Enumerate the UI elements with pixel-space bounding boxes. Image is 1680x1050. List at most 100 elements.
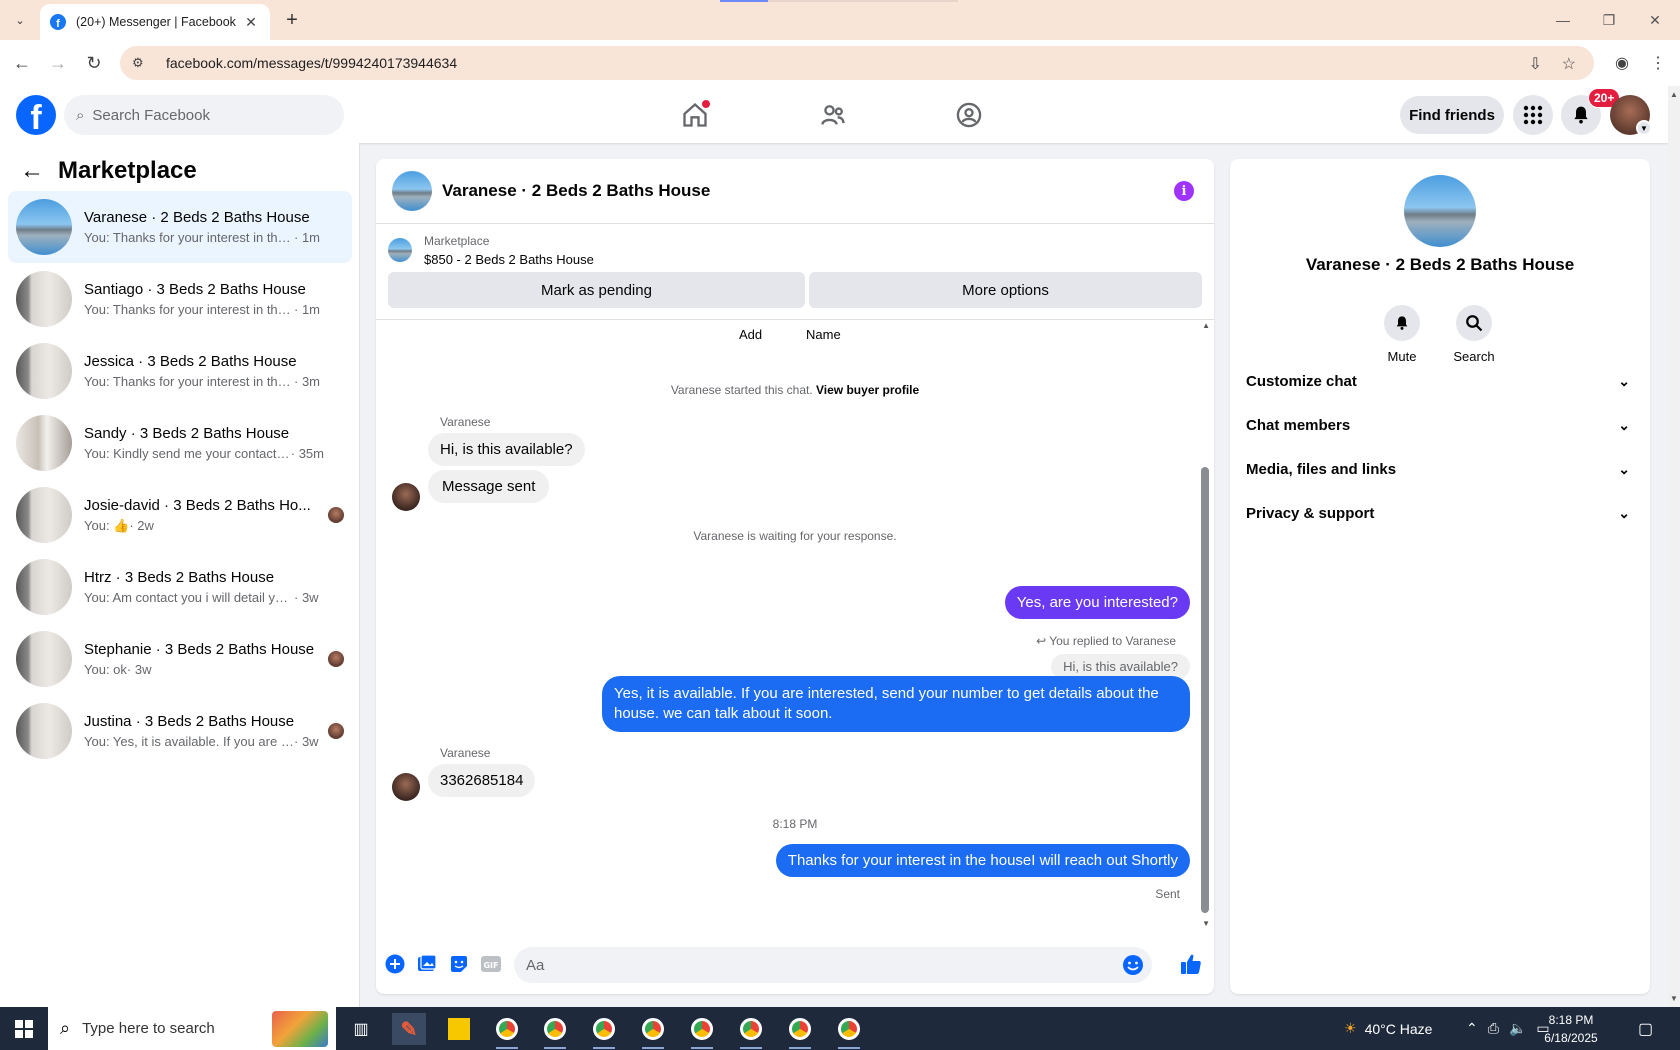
new-tab-button[interactable]: + xyxy=(280,8,304,32)
add-label[interactable]: Add xyxy=(739,327,762,342)
sender-avatar[interactable] xyxy=(392,483,420,511)
listing-price[interactable]: $850 - 2 Beds 2 Baths House xyxy=(424,252,594,267)
row-label: Media, files and links xyxy=(1246,460,1397,478)
customize-chat-row[interactable]: Customize chat ⌄ xyxy=(1246,359,1634,403)
notification-center-icon[interactable]: ▢ xyxy=(1638,1007,1653,1050)
friends-nav-icon[interactable] xyxy=(815,98,851,132)
incoming-message[interactable]: Hi, is this available? xyxy=(428,433,585,466)
browser-tab-messenger[interactable]: f (20+) Messenger | Facebook ✕ xyxy=(40,4,270,40)
tab-close-icon[interactable]: ✕ xyxy=(242,14,260,31)
install-app-icon[interactable]: ⇩ xyxy=(1529,54,1542,74)
outgoing-message[interactable]: Yes, are you interested? xyxy=(1004,586,1190,619)
find-friends-button[interactable]: Find friends xyxy=(1400,96,1504,134)
taskbar-search-input[interactable]: ⌕ Type here to search xyxy=(48,1007,336,1050)
chrome-menu-icon[interactable]: ⋮ xyxy=(1646,51,1670,75)
conversation-name: Htrz · 3 Beds 2 Baths House xyxy=(84,569,275,586)
minimize-icon[interactable]: — xyxy=(1540,8,1586,32)
facebook-logo-icon[interactable]: f xyxy=(16,95,56,135)
sender-avatar[interactable] xyxy=(392,773,420,801)
conversation-item[interactable]: Josie-david · 3 Beds 2 Baths Ho... You: 👍… xyxy=(8,479,352,551)
name-label[interactable]: Name xyxy=(806,327,841,342)
taskbar-clock[interactable]: 8:18 PM 6/18/2025 xyxy=(1526,1011,1616,1047)
search-in-chat-button[interactable]: Search xyxy=(1444,305,1504,364)
meet-now-icon[interactable]: ⎙ xyxy=(1488,1020,1499,1037)
chrome-window-icon[interactable] xyxy=(734,1013,768,1049)
page-scroll-up-icon[interactable]: ▲ xyxy=(1670,90,1678,99)
info-icon[interactable]: i xyxy=(1174,181,1194,201)
site-info-icon[interactable]: ⚙ xyxy=(132,55,152,71)
conversation-text: Htrz · 3 Beds 2 Baths House You: Am conta… xyxy=(84,569,324,605)
message-input[interactable]: Aa xyxy=(514,947,1152,983)
details-avatar[interactable] xyxy=(1404,175,1476,247)
mute-button[interactable]: Mute xyxy=(1372,305,1432,364)
sticker-icon[interactable] xyxy=(448,953,470,975)
media-files-links-row[interactable]: Media, files and links ⌄ xyxy=(1246,447,1634,491)
message-scrollbar-thumb[interactable] xyxy=(1201,467,1209,913)
photo-icon[interactable] xyxy=(416,953,438,975)
volume-icon[interactable]: 🔈 xyxy=(1509,1020,1526,1037)
page-scroll-down-icon[interactable]: ▼ xyxy=(1670,994,1678,1003)
chrome-window-icon[interactable] xyxy=(587,1013,621,1049)
chat-members-row[interactable]: Chat members ⌄ xyxy=(1246,403,1634,447)
windows-start-icon[interactable] xyxy=(0,1007,48,1050)
profile-icon[interactable]: ◉ xyxy=(1610,51,1634,75)
conversation-item[interactable]: Jessica · 3 Beds 2 Baths House You: Thank… xyxy=(8,335,352,407)
chrome-window-icon[interactable] xyxy=(685,1013,719,1049)
window-close-icon[interactable]: ✕ xyxy=(1632,8,1678,32)
outgoing-message[interactable]: Yes, it is available. If you are interes… xyxy=(602,676,1190,732)
app-pinned-icon[interactable]: ✎ xyxy=(392,1013,426,1045)
incoming-message[interactable]: Message sent xyxy=(428,470,550,503)
restore-icon[interactable]: ❐ xyxy=(1586,8,1632,32)
bookmark-star-icon[interactable]: ☆ xyxy=(1562,54,1576,74)
reload-icon[interactable]: ↻ xyxy=(82,51,106,75)
chat-avatar[interactable] xyxy=(392,171,432,211)
task-view-icon[interactable]: ▥ xyxy=(344,1013,378,1045)
conversation-item[interactable]: Varanese · 2 Beds 2 Baths House You: Than… xyxy=(8,191,352,263)
conversation-snippet-row: You: ok · 3w xyxy=(84,662,324,677)
chrome-window-icon[interactable] xyxy=(783,1013,817,1049)
chrome-window-icon[interactable] xyxy=(832,1013,866,1049)
sticky-notes-icon[interactable] xyxy=(442,1013,476,1045)
seen-avatar xyxy=(328,723,344,739)
home-nav-icon[interactable] xyxy=(677,98,713,132)
back-arrow-icon[interactable]: ← xyxy=(20,157,44,185)
incoming-message[interactable]: 3362685184 xyxy=(428,764,536,797)
view-buyer-profile-link[interactable]: View buyer profile xyxy=(816,383,919,397)
chrome-window-icon[interactable] xyxy=(538,1013,572,1049)
tray-chevron-up-icon[interactable]: ⌃ xyxy=(1466,1020,1478,1037)
address-bar[interactable]: ⚙ facebook.com/messages/t/99942401739446… xyxy=(120,46,1594,80)
forward-icon[interactable]: → xyxy=(46,51,70,75)
more-options-button[interactable]: More options xyxy=(809,272,1202,308)
page-scrollbar[interactable]: ▲ ▼ xyxy=(1668,86,1680,1007)
chrome-window-icon[interactable] xyxy=(490,1013,524,1049)
conversation-time: · 3w xyxy=(126,662,152,677)
conversation-snippet: You: Yes, it is available. If you are in… xyxy=(84,734,294,749)
tab-search-chevron-icon[interactable]: ⌄ xyxy=(6,8,34,32)
listing-thumbnail[interactable] xyxy=(388,238,412,262)
facebook-search-input[interactable]: ⌕ Search Facebook xyxy=(64,95,344,135)
conversation-item[interactable]: Justina · 3 Beds 2 Baths House You: Yes, … xyxy=(8,695,352,767)
scroll-down-arrow-icon[interactable]: ▼ xyxy=(1202,919,1210,928)
replied-to-label: ↩ You replied to Varanese xyxy=(1036,634,1176,648)
outgoing-message[interactable]: Thanks for your interest in the houseI w… xyxy=(775,844,1190,877)
chrome-window-icon[interactable] xyxy=(636,1013,670,1049)
chat-title[interactable]: Varanese · 2 Beds 2 Baths House xyxy=(442,181,710,201)
conversation-item[interactable]: Santiago · 3 Beds 2 Baths House You: Than… xyxy=(8,263,352,335)
conversation-item[interactable]: Sandy · 3 Beds 2 Baths House You: Kindly … xyxy=(8,407,352,479)
privacy-support-row[interactable]: Privacy & support ⌄ xyxy=(1246,491,1634,535)
conversation-item[interactable]: Stephanie · 3 Beds 2 Baths House You: ok … xyxy=(8,623,352,695)
conversation-avatar xyxy=(16,199,72,255)
groups-nav-icon[interactable] xyxy=(951,98,987,132)
conversation-time: · 3w xyxy=(294,590,319,605)
emoji-icon[interactable] xyxy=(1122,954,1144,980)
thumbs-up-icon[interactable] xyxy=(1178,953,1204,975)
back-icon[interactable]: ← xyxy=(10,51,34,75)
weather-widget[interactable]: ☀ 40°C Haze xyxy=(1344,1007,1432,1050)
conversation-item[interactable]: Htrz · 3 Beds 2 Baths House You: Am conta… xyxy=(8,551,352,623)
scroll-up-arrow-icon[interactable]: ▲ xyxy=(1202,321,1210,330)
plus-circle-icon[interactable] xyxy=(384,953,406,975)
gif-icon[interactable]: GIF xyxy=(480,953,502,975)
mark-as-pending-button[interactable]: Mark as pending xyxy=(388,272,805,308)
account-chevron-down-icon[interactable]: ▼ xyxy=(1636,120,1652,136)
menu-grid-icon[interactable] xyxy=(1513,95,1553,135)
